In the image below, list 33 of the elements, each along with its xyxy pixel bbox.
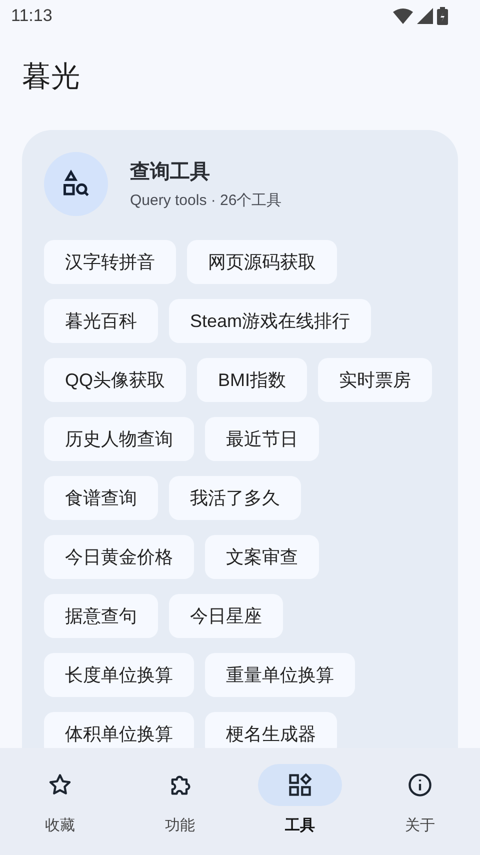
battery-icon (437, 7, 448, 25)
tool-chip[interactable]: 暮光百科 (44, 299, 158, 343)
tool-chip[interactable]: 长度单位换算 (44, 653, 194, 697)
signal-icon (417, 8, 433, 24)
tool-chip[interactable]: QQ头像获取 (44, 358, 186, 402)
tool-chip[interactable]: 我活了多久 (169, 476, 301, 520)
tool-chip[interactable]: 今日星座 (169, 594, 283, 638)
shapes-search-icon (61, 169, 91, 199)
app-title: 暮光 (22, 60, 81, 95)
status-time: 11:13 (11, 6, 52, 26)
tool-chip[interactable]: 网页源码获取 (187, 240, 337, 284)
nav-tab[interactable]: 工具 (240, 764, 360, 855)
nav-tab[interactable]: 收藏 (0, 764, 120, 855)
card-subtitle: Query tools · 26个工具 (130, 191, 282, 210)
wifi-icon (393, 8, 413, 24)
tool-chip[interactable]: 今日黄金价格 (44, 535, 194, 579)
card-title: 查询工具 (130, 160, 211, 185)
tool-chip[interactable]: 重量单位换算 (205, 653, 355, 697)
nav-tab[interactable]: 关于 (360, 764, 480, 855)
tool-chip[interactable]: 体积单位换算 (44, 712, 194, 748)
tool-chip[interactable]: 最近节日 (205, 417, 319, 461)
nav-tab[interactable]: 功能 (120, 764, 240, 855)
tool-chip[interactable]: 实时票房 (318, 358, 432, 402)
tool-chip[interactable]: 据意查句 (44, 594, 158, 638)
tool-chip[interactable]: 食谱查询 (44, 476, 158, 520)
info-icon (407, 772, 433, 798)
tool-chip[interactable]: BMI指数 (197, 358, 308, 402)
tool-chip[interactable]: 梗名生成器 (205, 712, 337, 748)
tool-chip[interactable]: 历史人物查询 (44, 417, 194, 461)
tool-chip[interactable]: Steam游戏在线排行 (169, 299, 372, 343)
tool-chip[interactable]: 汉字转拼音 (44, 240, 176, 284)
apps-icon (287, 772, 313, 798)
tool-chip[interactable]: 文案审查 (205, 535, 319, 579)
